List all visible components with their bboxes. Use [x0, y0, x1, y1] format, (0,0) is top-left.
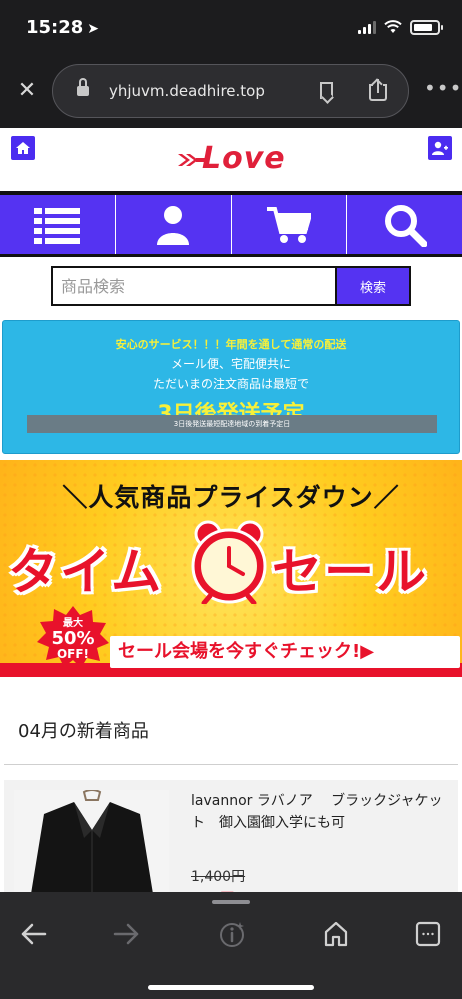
tabs-icon[interactable] — [414, 920, 442, 948]
back-arrow-icon[interactable] — [20, 920, 48, 948]
search-button[interactable]: 検索 — [335, 268, 409, 304]
new-items-title: 04月の新着商品 — [18, 721, 149, 742]
nav-cart[interactable] — [232, 195, 348, 254]
badge-off-text: OFF! — [57, 647, 89, 661]
more-options-button[interactable]: ••• — [424, 76, 462, 100]
forward-arrow-icon[interactable] — [112, 920, 140, 948]
home-icon[interactable] — [322, 920, 350, 948]
home-icon — [16, 142, 30, 154]
main-nav — [0, 191, 462, 257]
page-info-icon[interactable] — [218, 920, 246, 948]
toolbar-handle[interactable] — [212, 900, 250, 904]
section-divider — [4, 764, 458, 765]
address-field[interactable]: yhjuvm.deadhire.top — [52, 64, 409, 118]
status-bar: 15:28 ➤ — [0, 0, 462, 56]
nav-menu[interactable] — [0, 195, 116, 254]
shipping-line-2: メール便、宅配便共に — [170, 357, 291, 371]
battery-icon — [410, 19, 443, 35]
sale-cta-link[interactable]: セール会場を今すぐチェック!▶ — [110, 636, 460, 668]
magnifier-icon — [384, 204, 427, 247]
close-tab-button[interactable]: ✕ — [16, 78, 38, 103]
register-button[interactable] — [428, 136, 452, 160]
browser-url-bar: ✕ yhjuvm.deadhire.top ••• — [0, 56, 462, 128]
status-time: 15:28 ➤ — [26, 17, 100, 38]
search-form: 検索 — [51, 266, 411, 306]
shipping-note: 3日後発送最短配達地域の到着予定日 — [27, 415, 437, 433]
discount-badge: 最大 50% OFF! — [37, 606, 109, 668]
product-old-price: 1,400円 — [191, 869, 246, 885]
product-image[interactable] — [14, 790, 169, 900]
logo-text: Love — [202, 141, 286, 176]
shipping-line-3: ただいまの注文商品は最短で — [152, 377, 309, 391]
jacket-image — [14, 790, 169, 900]
badge-percent-text: 50% — [51, 628, 94, 649]
nav-search[interactable] — [347, 195, 462, 254]
search-input[interactable] — [53, 268, 335, 304]
nav-account[interactable] — [116, 195, 232, 254]
site-logo[interactable]: Love — [176, 140, 286, 180]
status-icons — [358, 18, 443, 36]
product-card[interactable]: lavannor ラバノア ブラックジャケット 御入園御入学にも可 1,400円… — [4, 780, 458, 907]
browser-toolbar — [0, 892, 462, 999]
sale-headline: ＼人気商品プライスダウン／ — [62, 483, 400, 512]
home-indicator[interactable] — [148, 985, 314, 990]
home-button[interactable] — [11, 136, 35, 160]
url-text: yhjuvm.deadhire.top — [109, 82, 265, 100]
lock-icon — [77, 78, 89, 97]
bookmark-icon[interactable] — [320, 82, 333, 99]
alarm-clock-icon — [191, 520, 267, 604]
product-name[interactable]: lavannor ラバノア ブラックジャケット 御入園御入学にも可 — [191, 790, 451, 834]
site-header: Love — [0, 128, 462, 190]
shipping-line-1: 安心のサービス！！！年間を通して通常の配送 — [115, 338, 347, 351]
sale-title-right: セール — [272, 543, 428, 601]
share-icon[interactable] — [369, 78, 387, 101]
list-icon — [34, 207, 81, 244]
user-add-icon — [432, 141, 448, 155]
shipping-banner[interactable]: 安心のサービス！！！年間を通して通常の配送 メール便、宅配便共に ただいまの注文… — [2, 320, 460, 454]
user-icon — [157, 205, 190, 245]
sale-title-left: タイム — [8, 543, 163, 601]
cart-icon — [266, 206, 311, 243]
cellular-signal-icon — [358, 20, 376, 34]
wifi-icon — [384, 20, 402, 33]
location-arrow-icon: ➤ — [87, 21, 100, 37]
